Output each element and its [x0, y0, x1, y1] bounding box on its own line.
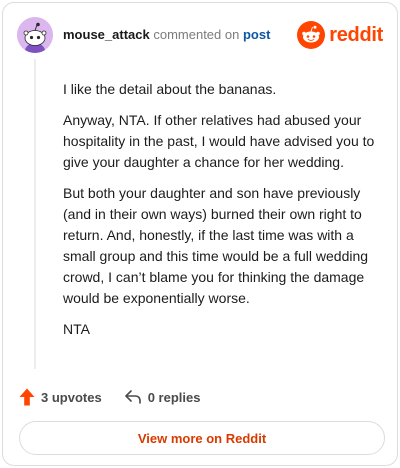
- comment-meta: mouse_attack commented on post: [63, 27, 270, 43]
- upvote-count: 3 upvotes: [41, 389, 102, 405]
- reply-count: 0 replies: [147, 389, 201, 405]
- reddit-logo[interactable]: reddit: [297, 21, 383, 49]
- embedded-comment-card: mouse_attack commented on post reddit I …: [2, 2, 398, 466]
- action-text: commented on: [153, 27, 240, 42]
- upvote-button[interactable]: 3 upvotes: [19, 388, 102, 406]
- comment-paragraph: I like the detail about the bananas.: [63, 81, 277, 97]
- comment-header: mouse_attack commented on post reddit: [17, 17, 383, 53]
- snoo-avatar-icon: [17, 17, 53, 53]
- comment-paragraph: Anyway, NTA. If other relatives had abus…: [63, 112, 375, 170]
- view-more-button[interactable]: View more on Reddit: [19, 421, 385, 455]
- comment-paragraph: NTA: [63, 321, 90, 337]
- reply-arrow-icon: [124, 390, 141, 404]
- comment-paragraph: But both your daughter and son have prev…: [63, 185, 369, 306]
- username-link[interactable]: mouse_attack: [63, 27, 150, 42]
- upvote-arrow-icon: [19, 388, 35, 406]
- thread-line: [34, 59, 36, 369]
- user-avatar[interactable]: [17, 17, 53, 53]
- comment-body: I like the detail about the bananas. Any…: [63, 79, 383, 350]
- reddit-wordmark: reddit: [329, 23, 383, 46]
- comment-actions: 3 upvotes 0 replies: [19, 386, 222, 408]
- reply-button[interactable]: 0 replies: [124, 389, 201, 405]
- reddit-snoo-icon: [297, 21, 326, 49]
- post-link[interactable]: post: [243, 27, 270, 42]
